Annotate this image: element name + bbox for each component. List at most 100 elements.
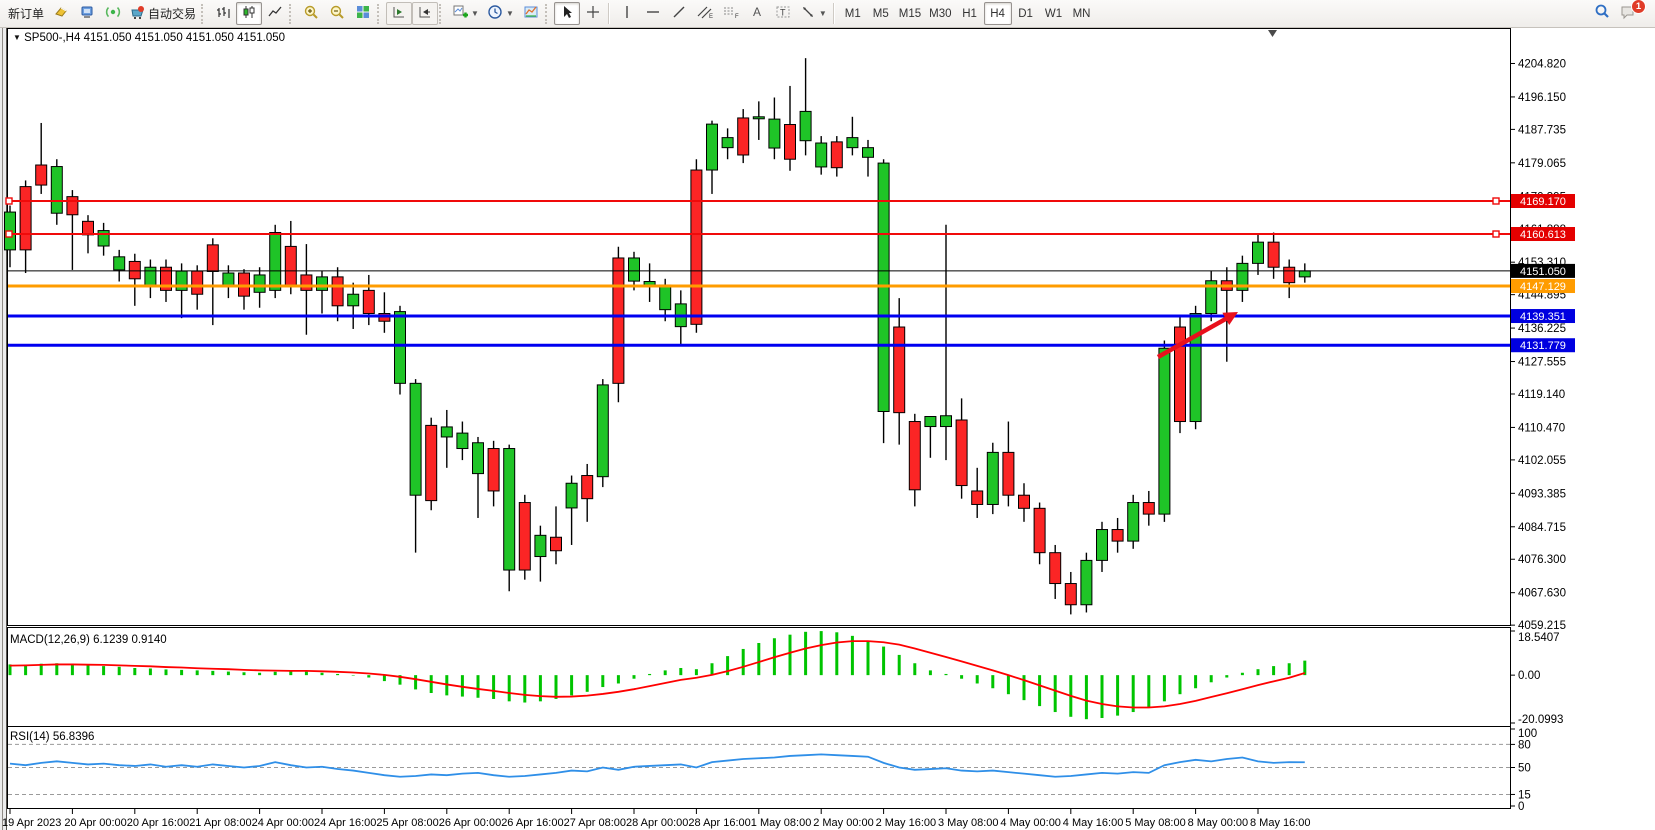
main-toolbar: 新订单 自动交易 [0,0,1655,28]
text-label-icon: T [775,4,791,23]
candlestick-chart-button[interactable] [236,2,262,25]
tab-timeframe-m15[interactable]: M15 [895,2,925,25]
price-tick-label: 4136.225 [1518,323,1566,335]
tab-timeframe-m30[interactable]: M30 [925,2,955,25]
candle-body [863,148,874,158]
candle-body [488,449,499,491]
candle-body [457,433,468,448]
rsi-tick-label: 100 [1518,728,1537,740]
period-button[interactable]: ▼ [483,2,518,25]
chart-canvas[interactable]: 4204.8204196.1504187.7354179.0654170.395… [0,0,1655,830]
candle-body [145,267,156,286]
candle-body [504,449,515,571]
bar-chart-button[interactable] [210,2,236,25]
tab-timeframe-m5[interactable]: M5 [867,2,895,25]
candle [395,306,406,395]
candle-body [441,427,452,437]
crosshair-icon [585,4,601,23]
candle-body [98,231,109,246]
time-tick-label: 8 May 00:00 [1188,817,1249,829]
price-tick-label: 4084.715 [1518,522,1566,534]
search-button[interactable] [1589,2,1615,25]
candle-body [691,170,702,324]
auto-trading-button[interactable]: 自动交易 [126,2,200,25]
auto-trading-icon [130,4,146,23]
line-handle[interactable] [1493,198,1499,204]
tab-timeframe-w1[interactable]: W1 [1040,2,1068,25]
price-tick-label: 4127.555 [1518,357,1566,369]
candle-body [1003,452,1014,495]
candle [1175,317,1186,433]
tab-timeframe-d1[interactable]: D1 [1012,2,1040,25]
new-order-button[interactable]: 新订单 [4,2,48,25]
line-handle[interactable] [6,231,12,237]
candle [613,247,624,402]
price-tick-label: 4187.735 [1518,124,1566,136]
horizontal-line-button[interactable] [640,2,666,25]
signal-button[interactable] [100,2,126,25]
trendline-button[interactable] [666,2,692,25]
candle-body [51,167,62,214]
candle-body [894,327,905,413]
candle-body [285,246,296,285]
rsi-tick-label: 50 [1518,763,1531,775]
collapse-triangle-icon[interactable]: ▼ [13,33,21,42]
time-tick-label: 24 Apr 16:00 [314,817,376,829]
tab-timeframe-h4[interactable]: H4 [984,2,1012,25]
candle-body [114,257,125,270]
chevron-down-icon: ▼ [471,9,479,18]
candle-body [1097,530,1108,561]
zoom-out-icon [329,4,345,23]
price-tick-label: 4102.055 [1518,455,1566,467]
candle-body [1284,267,1295,282]
zoom-out-button[interactable] [324,2,350,25]
notifications-button[interactable]: 1 [1615,2,1641,25]
candle-body [816,143,827,167]
candle-body [395,312,406,384]
channel-button[interactable]: E [692,2,718,25]
candle-body [317,277,328,291]
add-indicator-icon [452,4,468,23]
line-chart-button[interactable] [262,2,288,25]
tab-timeframe-m1[interactable]: M1 [839,2,867,25]
time-tick-label: 8 May 16:00 [1250,817,1311,829]
zoom-in-button[interactable] [298,2,324,25]
candle-body [332,277,343,306]
fibonacci-button[interactable]: F [718,2,744,25]
crosshair-button[interactable] [580,2,606,25]
line-handle[interactable] [6,198,12,204]
template-button[interactable] [518,2,544,25]
price-chip-label: 4160.613 [1520,229,1566,241]
tab-timeframe-h1[interactable]: H1 [956,2,984,25]
price-chip-label: 4169.170 [1520,196,1566,208]
macd-panel[interactable] [8,628,1511,727]
trendline-icon [671,4,687,23]
candle-body [722,138,733,148]
candle-body [254,275,265,292]
candle-body [1159,348,1170,514]
chart-shift-button[interactable] [412,2,438,25]
profile-button[interactable] [74,2,100,25]
cursor-button[interactable] [554,2,580,25]
tile-windows-button[interactable] [350,2,376,25]
line-handle[interactable] [1493,231,1499,237]
arrows-tool-button[interactable]: ▼ [796,2,831,25]
time-tick-label: 25 Apr 08:00 [376,817,438,829]
candle-body [223,273,234,287]
notification-badge: 1 [1631,0,1646,14]
auto-scroll-button[interactable] [386,2,412,25]
candle-body [426,425,437,500]
channel-icon: E [696,4,714,23]
candle-body [1143,503,1154,515]
vertical-line-button[interactable] [614,2,640,25]
text-button[interactable]: A [744,2,770,25]
add-indicator-button[interactable]: ▼ [448,2,483,25]
left-splitter[interactable] [0,28,7,830]
tab-timeframe-mn[interactable]: MN [1068,2,1096,25]
macd-tick-label: -20.0993 [1518,714,1563,726]
candle [519,495,530,580]
candle-body [1050,553,1061,584]
candle-body [597,385,608,477]
text-label-button[interactable]: T [770,2,796,25]
history-button[interactable] [48,2,74,25]
